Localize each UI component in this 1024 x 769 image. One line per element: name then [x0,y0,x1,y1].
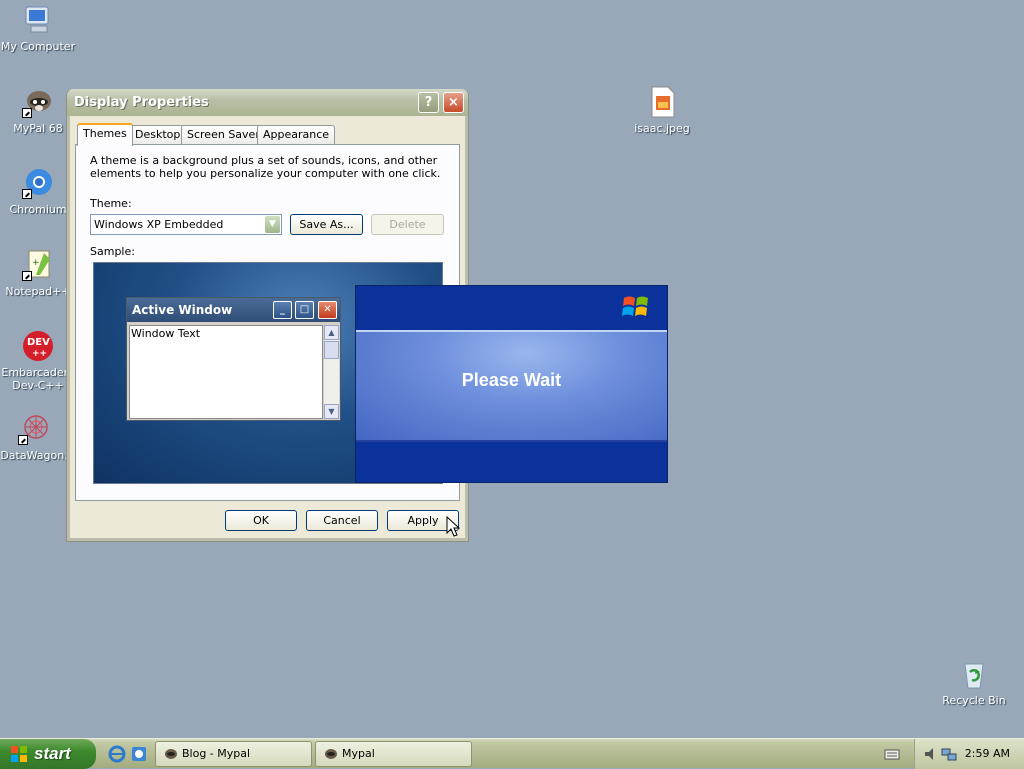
start-label: start [34,744,71,763]
sample-active-window: Active Window _ □ ✕ Window Text ▲ ▼ [126,297,341,421]
theme-select[interactable]: Windows XP Embedded ▼ [90,214,282,235]
jpeg-file-icon [646,86,678,118]
ok-button[interactable]: OK [225,510,297,531]
theme-label: Theme: [90,197,132,210]
clock[interactable]: 2:59 AM [965,739,1010,769]
please-wait-text: Please Wait [461,370,562,390]
mouse-cursor-icon [446,516,460,537]
maximize-icon: □ [295,301,314,319]
mypal-raccoon-icon [22,86,54,118]
please-wait-splash: Please Wait [355,285,668,483]
chevron-down-icon[interactable]: ▼ [265,216,280,233]
window-title: Display Properties [74,95,209,110]
network-icon[interactable] [941,745,957,763]
internet-explorer-icon[interactable] [108,745,126,763]
delete-button[interactable]: Delete [371,214,444,235]
recycle-bin-icon [958,658,990,690]
tab-screen-saver[interactable]: Screen Saver [181,125,266,145]
windows-flag-icon [11,746,27,762]
minimize-icon: _ [273,301,292,319]
my-computer-icon [22,4,54,36]
scroll-down-icon: ▼ [324,404,339,419]
theme-description: A theme is a background plus a set of so… [90,154,441,180]
taskbar-button-blog-mypal[interactable]: Blog - Mypal [155,741,312,767]
speaker-icon[interactable] [923,745,939,763]
mypal-raccoon-icon [165,749,177,759]
devcpp-icon: DEV ++ [22,330,54,362]
svg-text:DEV: DEV [27,337,50,348]
cancel-button[interactable]: Cancel [306,510,378,531]
scroll-thumb [324,341,339,359]
title-bar[interactable]: Display Properties ? × [67,89,468,116]
desktop-icon-label: isaac.jpeg [634,122,690,135]
keyboard-icon[interactable] [884,745,900,763]
sample-window-body: Window Text [129,325,323,419]
desktop-icon-label: Recycle Bin [942,694,1006,707]
mypal-raccoon-icon [325,749,337,759]
save-as-button[interactable]: Save As... [290,214,363,235]
desktop-icon-label: DataWagon. [0,449,68,462]
scroll-up-icon: ▲ [324,325,339,340]
svg-text:++: ++ [32,349,47,359]
chromium-icon [22,167,54,199]
taskbar-button-mypal[interactable]: Mypal [315,741,472,767]
datawagon-icon [18,413,50,445]
sample-window-title: Active Window _ □ ✕ [127,298,340,322]
sample-scrollbar: ▲ ▼ [323,325,339,419]
tab-themes[interactable]: Themes [77,123,133,146]
tab-appearance[interactable]: Appearance [257,125,336,145]
help-button[interactable]: ? [418,92,439,113]
tab-desktop[interactable]: Desktop [129,125,187,145]
desktop-icon-isaac-jpeg[interactable]: isaac.jpeg [622,86,702,135]
desktop-icon-label: My Computer [0,40,76,53]
taskbar: start Blog - Mypal Mypal 2:59 AM [0,738,1024,769]
desktop-icon-recycle-bin[interactable]: Recycle Bin [934,658,1014,707]
notepad-plus-plus-icon: ++ [22,249,54,281]
close-icon: ✕ [318,301,337,319]
browser-quicklaunch-icon[interactable] [130,745,148,763]
sample-window-text: Window Text [131,327,201,340]
desktop-icon-my-computer[interactable]: My Computer [0,4,78,53]
start-button[interactable]: start [0,739,96,769]
taskbar-button-label: Mypal [342,747,375,760]
windows-flag-icon [622,296,648,316]
taskbar-button-label: Blog - Mypal [182,747,251,760]
desktop-icon-datawagon[interactable]: DataWagon. [0,413,74,462]
system-tray: 2:59 AM [914,739,1024,769]
close-button[interactable]: × [443,92,464,113]
sample-label: Sample: [90,245,135,258]
theme-select-value: Windows XP Embedded [94,218,224,231]
